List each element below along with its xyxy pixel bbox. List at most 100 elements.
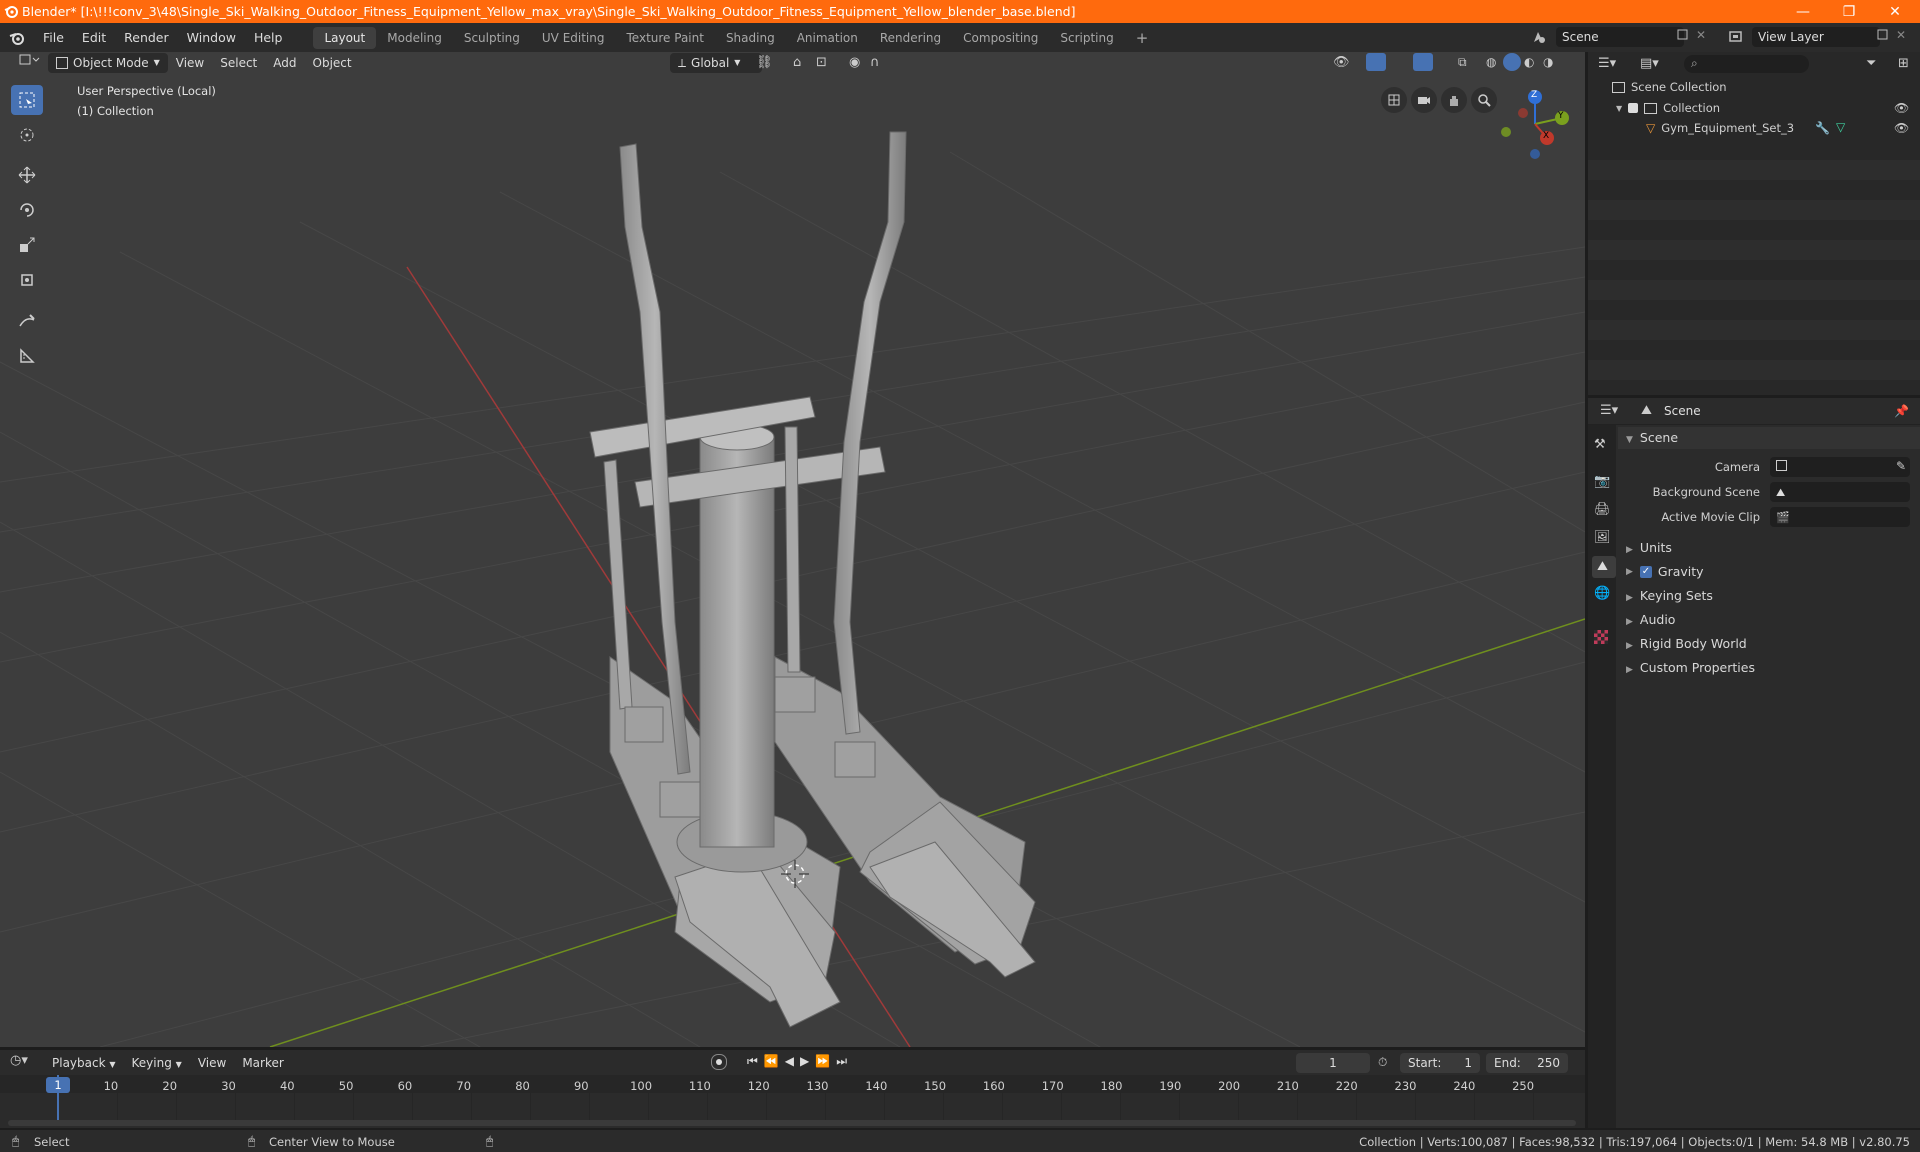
scene-field[interactable]: Scene bbox=[1556, 27, 1684, 47]
outliner-editor-type-icon[interactable]: ☰▾ bbox=[1598, 56, 1616, 71]
outliner-scene-collection[interactable]: Scene Collection bbox=[1612, 80, 1727, 94]
active-movie-clip-field[interactable]: 🎬 bbox=[1770, 507, 1910, 527]
camera-field[interactable] bbox=[1770, 457, 1910, 477]
transform-tool-icon[interactable] bbox=[11, 265, 43, 295]
menu-marker[interactable]: Marker bbox=[234, 1053, 291, 1073]
tab-rendering[interactable]: Rendering bbox=[869, 27, 952, 49]
current-frame-field[interactable]: 1 bbox=[1296, 1053, 1370, 1073]
pin-icon[interactable]: 📌 bbox=[1894, 404, 1909, 418]
wireframe-shading-icon[interactable]: ◍ bbox=[1486, 55, 1496, 69]
close-button[interactable]: ✕ bbox=[1872, 0, 1918, 23]
tab-animation[interactable]: Animation bbox=[786, 27, 869, 49]
add-workspace-button[interactable]: + bbox=[1125, 27, 1160, 49]
filter-icon[interactable]: ⏷ bbox=[1866, 56, 1876, 71]
move-tool-icon[interactable] bbox=[11, 160, 43, 190]
menu-select[interactable]: Select bbox=[212, 53, 265, 73]
tab-uv-editing[interactable]: UV Editing bbox=[531, 27, 616, 49]
tool-tab-icon[interactable]: ⚒ bbox=[1594, 437, 1606, 452]
scene-remove-icon[interactable]: ✕ bbox=[1696, 28, 1706, 42]
menu-render[interactable]: Render bbox=[115, 30, 178, 45]
minimize-button[interactable]: — bbox=[1780, 0, 1826, 23]
scene-browse-icon[interactable] bbox=[1527, 27, 1551, 47]
end-frame-field[interactable]: End: 250 bbox=[1486, 1053, 1568, 1073]
texture-tab-icon[interactable] bbox=[1594, 630, 1608, 644]
tab-layout[interactable]: Layout bbox=[313, 26, 377, 49]
gizmo-toggle-icon[interactable] bbox=[1366, 53, 1386, 71]
camera-view-icon[interactable] bbox=[1411, 87, 1437, 113]
select-box-tool-icon[interactable] bbox=[11, 85, 43, 115]
start-frame-field[interactable]: Start: 1 bbox=[1400, 1053, 1480, 1073]
tab-texture-paint[interactable]: Texture Paint bbox=[616, 27, 715, 49]
outliner-object-row[interactable]: ▽ Gym_Equipment_Set_3 bbox=[1646, 121, 1794, 135]
pivot-point-icon[interactable]: ⛓ bbox=[756, 55, 773, 70]
measure-tool-icon[interactable] bbox=[11, 341, 43, 371]
record-icon[interactable] bbox=[711, 1054, 727, 1070]
3d-viewport[interactable] bbox=[0, 52, 1585, 1047]
timeline-scrollbar[interactable] bbox=[8, 1120, 1576, 1126]
snap-icon[interactable]: ⌂ bbox=[793, 55, 801, 70]
menu-file[interactable]: File bbox=[34, 30, 73, 45]
tab-compositing[interactable]: Compositing bbox=[952, 27, 1049, 49]
render-tab-icon[interactable]: 📷 bbox=[1594, 474, 1610, 489]
jump-start-icon[interactable]: ⏮ bbox=[747, 1054, 758, 1070]
rotate-tool-icon[interactable] bbox=[11, 195, 43, 225]
custom-properties-panel[interactable]: ▶ Custom Properties bbox=[1626, 660, 1755, 675]
view-layer-field[interactable]: View Layer bbox=[1752, 27, 1880, 47]
gravity-panel[interactable]: ▶ ✓ Gravity bbox=[1626, 564, 1704, 579]
scene-copy-icon[interactable] bbox=[1676, 28, 1690, 42]
rendered-shading-icon[interactable]: ◑ bbox=[1543, 55, 1553, 69]
tab-modeling[interactable]: Modeling bbox=[376, 27, 453, 49]
new-collection-icon[interactable]: ⊞ bbox=[1898, 56, 1909, 71]
view-layer-tab-icon[interactable]: 🖼 bbox=[1594, 530, 1611, 545]
timeline-track-area[interactable] bbox=[0, 1093, 1585, 1120]
scale-tool-icon[interactable] bbox=[11, 230, 43, 260]
properties-editor-type-icon[interactable]: ☰▾ bbox=[1600, 403, 1618, 418]
timeline-editor-type-icon[interactable]: ◷▾ bbox=[10, 1053, 28, 1068]
audio-panel[interactable]: ▶ Audio bbox=[1626, 612, 1675, 627]
gravity-checkbox[interactable]: ✓ bbox=[1639, 565, 1652, 578]
orientation-dropdown[interactable]: ⟂ Global ▼ bbox=[670, 53, 762, 73]
world-tab-icon[interactable]: 🌐 bbox=[1594, 586, 1610, 601]
play-icon[interactable]: ▶ bbox=[800, 1054, 809, 1070]
modifier-wrench-icon[interactable]: 🔧 bbox=[1815, 121, 1830, 135]
toggle-grid-icon[interactable] bbox=[1381, 87, 1407, 113]
proportional-edit-icon[interactable]: ◉ bbox=[849, 55, 860, 70]
menu-playback[interactable]: Playback ▼ bbox=[44, 1053, 124, 1073]
display-mode-icon[interactable]: ▤▾ bbox=[1640, 56, 1659, 71]
menu-add[interactable]: Add bbox=[265, 53, 304, 73]
scene-section-title[interactable]: ▼ Scene bbox=[1626, 430, 1678, 445]
pan-view-icon[interactable] bbox=[1441, 87, 1467, 113]
menu-help[interactable]: Help bbox=[245, 30, 292, 45]
menu-object[interactable]: Object bbox=[305, 53, 360, 73]
play-reverse-icon[interactable]: ◀ bbox=[785, 1054, 794, 1070]
tab-sculpting[interactable]: Sculpting bbox=[453, 27, 531, 49]
navigation-gizmo[interactable]: Z Y X bbox=[1496, 84, 1576, 164]
cursor-tool-icon[interactable] bbox=[11, 120, 43, 150]
units-panel[interactable]: ▶ Units bbox=[1626, 540, 1672, 555]
editor-type-icon[interactable] bbox=[10, 53, 48, 73]
view-layer-remove-icon[interactable]: ✕ bbox=[1896, 28, 1906, 42]
tab-scripting[interactable]: Scripting bbox=[1049, 27, 1124, 49]
prev-keyframe-icon[interactable]: ⏪ bbox=[764, 1054, 779, 1070]
menu-view[interactable]: View bbox=[168, 53, 212, 73]
jump-end-icon[interactable]: ⏭ bbox=[836, 1054, 847, 1070]
zoom-view-icon[interactable] bbox=[1471, 87, 1497, 113]
visibility-icon[interactable]: 👁 bbox=[1333, 55, 1350, 70]
object-visibility-eye-icon[interactable]: 👁 bbox=[1894, 121, 1909, 135]
mode-dropdown[interactable]: Object Mode ▼ bbox=[48, 53, 168, 73]
overlay-toggle-icon[interactable] bbox=[1413, 53, 1433, 71]
background-scene-field[interactable]: ⛰ bbox=[1770, 482, 1910, 502]
stopwatch-icon[interactable]: ⏱ bbox=[1378, 1055, 1387, 1070]
blender-menu-icon[interactable] bbox=[0, 31, 34, 45]
outliner-search-input[interactable]: ⌕ bbox=[1684, 55, 1809, 73]
next-keyframe-icon[interactable]: ⏩ bbox=[815, 1054, 830, 1070]
view-layer-icon[interactable] bbox=[1724, 27, 1748, 47]
output-tab-icon[interactable]: 🖨 bbox=[1594, 502, 1611, 517]
snap-target-icon[interactable]: ⊡ bbox=[816, 55, 827, 70]
annotate-tool-icon[interactable] bbox=[11, 306, 43, 336]
menu-window[interactable]: Window bbox=[178, 30, 245, 45]
maximize-button[interactable]: ❐ bbox=[1826, 0, 1872, 23]
scene-tab-icon[interactable]: ⛰ bbox=[1592, 556, 1616, 578]
falloff-icon[interactable]: ∩ bbox=[870, 55, 880, 70]
view-layer-copy-icon[interactable] bbox=[1876, 28, 1890, 42]
